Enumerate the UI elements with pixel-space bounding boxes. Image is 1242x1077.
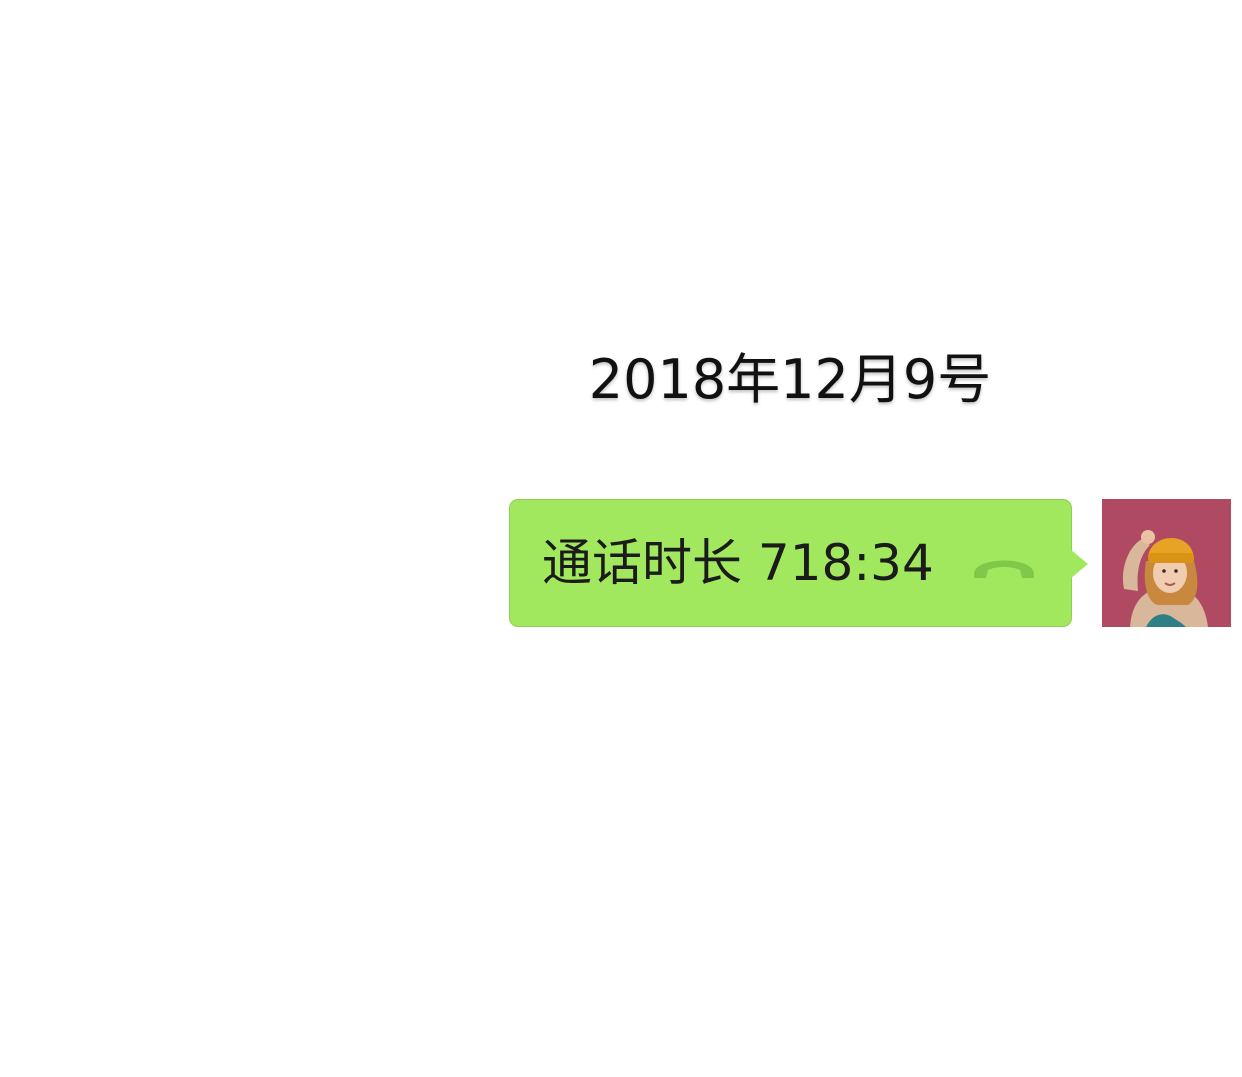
call-message-bubble[interactable]: 通话时长 718:34 bbox=[509, 499, 1072, 627]
chat-date-label: 2018年12月9号 bbox=[588, 348, 992, 411]
avatar-icon bbox=[1102, 499, 1231, 627]
phone-hangup-icon bbox=[968, 544, 1040, 584]
call-duration-text: 通话时长 718:34 bbox=[542, 534, 934, 592]
bubble-tail bbox=[1070, 549, 1088, 579]
avatar[interactable] bbox=[1102, 499, 1231, 627]
